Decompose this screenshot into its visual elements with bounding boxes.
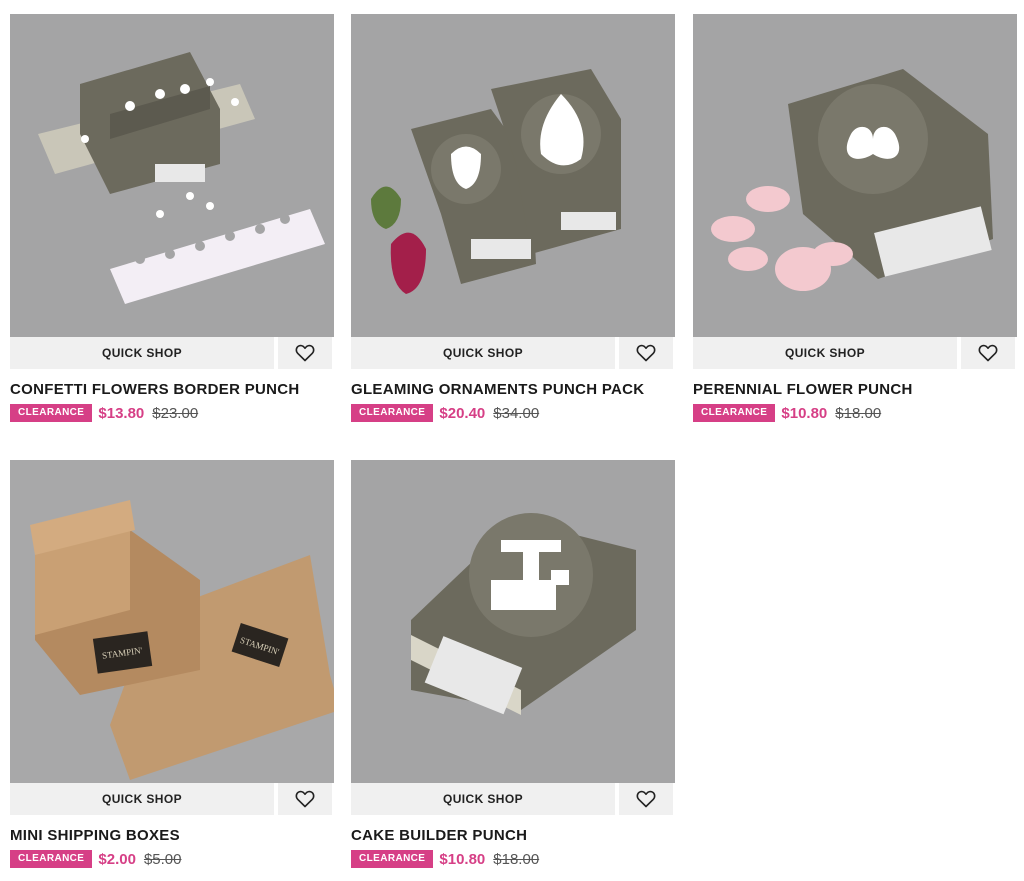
price-row: CLEARANCE $20.40 $34.00 <box>351 404 675 422</box>
favorite-button[interactable] <box>278 783 332 815</box>
favorite-button[interactable] <box>278 337 332 369</box>
original-price: $18.00 <box>835 404 882 422</box>
clearance-badge: CLEARANCE <box>693 404 776 422</box>
product-image[interactable] <box>693 14 1017 337</box>
price-row: CLEARANCE $13.80 $23.00 <box>10 404 334 422</box>
product-image[interactable] <box>351 460 675 783</box>
favorite-button[interactable] <box>619 337 673 369</box>
quick-shop-button[interactable]: QUICK SHOP <box>10 783 274 815</box>
price-row: CLEARANCE $2.00 $5.00 <box>10 850 334 868</box>
clearance-badge: CLEARANCE <box>10 850 93 868</box>
product-card: STAMPIN' STAMPIN' QUICK SHOP MINI SHIPPI… <box>10 460 334 868</box>
product-title[interactable]: CAKE BUILDER PUNCH <box>351 827 675 844</box>
sale-price: $13.80 <box>98 404 145 422</box>
quick-shop-button[interactable]: QUICK SHOP <box>10 337 274 369</box>
product-grid: QUICK SHOP CONFETTI FLOWERS BORDER PUNCH… <box>0 0 1024 881</box>
heart-icon <box>636 790 656 808</box>
clearance-badge: CLEARANCE <box>351 850 434 868</box>
heart-icon <box>636 344 656 362</box>
product-card: QUICK SHOP PERENNIAL FLOWER PUNCH CLEARA… <box>693 14 1017 422</box>
clearance-badge: CLEARANCE <box>351 404 434 422</box>
product-title[interactable]: CONFETTI FLOWERS BORDER PUNCH <box>10 381 334 398</box>
original-price: $23.00 <box>152 404 199 422</box>
clearance-badge: CLEARANCE <box>10 404 93 422</box>
product-title[interactable]: GLEAMING ORNAMENTS PUNCH PACK <box>351 381 675 398</box>
quick-shop-button[interactable]: QUICK SHOP <box>693 337 957 369</box>
sale-price: $20.40 <box>439 404 486 422</box>
heart-icon <box>295 344 315 362</box>
favorite-button[interactable] <box>619 783 673 815</box>
product-title[interactable]: PERENNIAL FLOWER PUNCH <box>693 381 1017 398</box>
favorite-button[interactable] <box>961 337 1015 369</box>
price-row: CLEARANCE $10.80 $18.00 <box>693 404 1017 422</box>
original-price: $18.00 <box>493 850 540 868</box>
sale-price: $10.80 <box>439 850 486 868</box>
original-price: $5.00 <box>143 850 182 868</box>
product-image[interactable]: STAMPIN' STAMPIN' <box>10 460 334 783</box>
heart-icon <box>978 344 998 362</box>
sale-price: $2.00 <box>98 850 136 868</box>
product-card: QUICK SHOP GLEAMING ORNAMENTS PUNCH PACK… <box>351 14 675 422</box>
heart-icon <box>295 790 315 808</box>
quick-shop-button[interactable]: QUICK SHOP <box>351 783 615 815</box>
product-title[interactable]: MINI SHIPPING BOXES <box>10 827 334 844</box>
quick-shop-button[interactable]: QUICK SHOP <box>351 337 615 369</box>
original-price: $34.00 <box>493 404 540 422</box>
product-card: QUICK SHOP CONFETTI FLOWERS BORDER PUNCH… <box>10 14 334 422</box>
price-row: CLEARANCE $10.80 $18.00 <box>351 850 675 868</box>
product-card: QUICK SHOP CAKE BUILDER PUNCH CLEARANCE … <box>351 460 675 868</box>
product-image[interactable] <box>351 14 675 337</box>
product-image[interactable] <box>10 14 334 337</box>
sale-price: $10.80 <box>781 404 828 422</box>
